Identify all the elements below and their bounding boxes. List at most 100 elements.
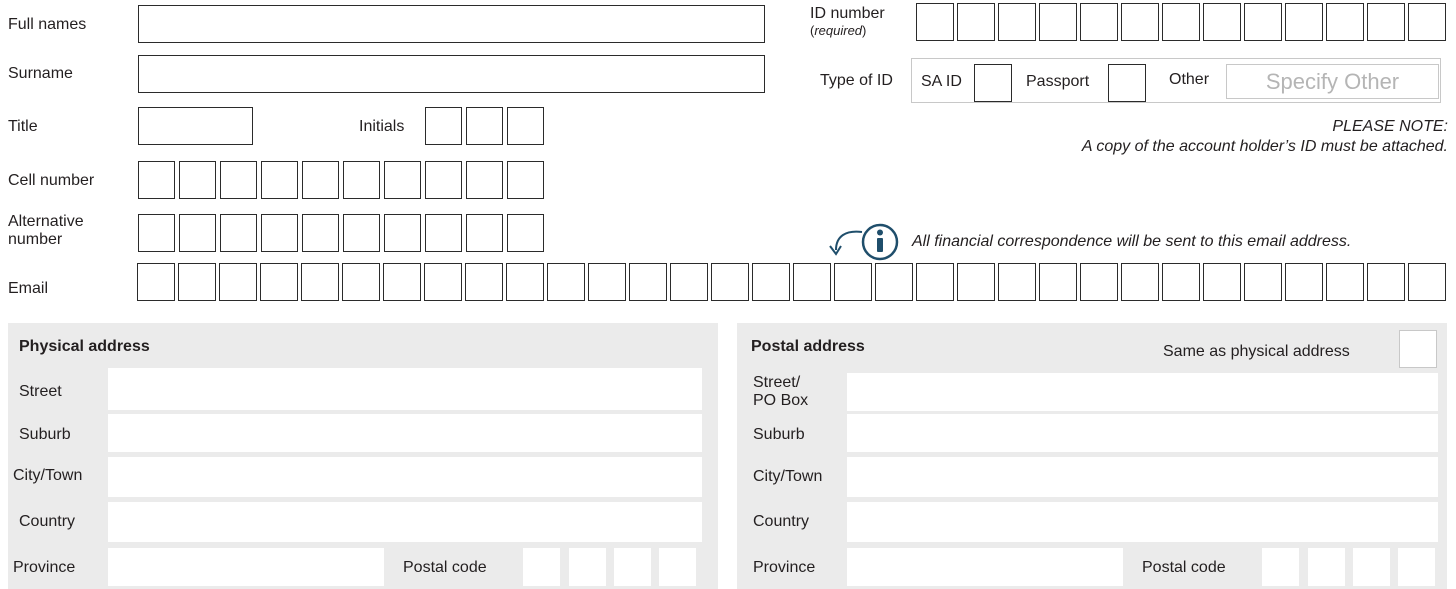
physical-postal-code-cell[interactable] bbox=[569, 548, 606, 586]
surname-field[interactable] bbox=[138, 55, 765, 93]
id-number-cells[interactable] bbox=[916, 3, 1446, 41]
id-number-cell[interactable] bbox=[1326, 3, 1364, 41]
physical-postal-code-cell[interactable] bbox=[523, 548, 560, 586]
cell-number-cell[interactable] bbox=[138, 161, 175, 199]
email-cell[interactable] bbox=[260, 263, 298, 301]
cell-number-cell[interactable] bbox=[179, 161, 216, 199]
same-as-physical-checkbox[interactable] bbox=[1399, 330, 1437, 368]
email-cell[interactable] bbox=[711, 263, 749, 301]
email-cell[interactable] bbox=[588, 263, 626, 301]
postal-postal-code-cell[interactable] bbox=[1262, 548, 1299, 586]
postal-province-field[interactable] bbox=[847, 548, 1123, 586]
email-cell[interactable] bbox=[998, 263, 1036, 301]
cell-number-cell[interactable] bbox=[302, 161, 339, 199]
email-cell[interactable] bbox=[1326, 263, 1364, 301]
alternative-number-cell[interactable] bbox=[384, 214, 421, 252]
physical-postal-code-cell[interactable] bbox=[659, 548, 696, 586]
alternative-number-cells[interactable] bbox=[138, 214, 544, 252]
email-cell[interactable] bbox=[547, 263, 585, 301]
alternative-number-cell[interactable] bbox=[302, 214, 339, 252]
email-cell[interactable] bbox=[834, 263, 872, 301]
email-cell[interactable] bbox=[1203, 263, 1241, 301]
id-number-cell[interactable] bbox=[916, 3, 954, 41]
postal-postal-code-cell[interactable] bbox=[1308, 548, 1345, 586]
alternative-number-cell[interactable] bbox=[179, 214, 216, 252]
email-cell[interactable] bbox=[670, 263, 708, 301]
postal-postal-code-cell[interactable] bbox=[1353, 548, 1390, 586]
title-field[interactable] bbox=[138, 107, 253, 145]
id-number-cell[interactable] bbox=[1285, 3, 1323, 41]
cell-number-cell[interactable] bbox=[507, 161, 544, 199]
email-cell[interactable] bbox=[1367, 263, 1405, 301]
initials-cell[interactable] bbox=[466, 107, 503, 145]
email-cells[interactable] bbox=[137, 263, 1446, 301]
full-names-field[interactable] bbox=[138, 5, 765, 43]
email-cell[interactable] bbox=[1080, 263, 1118, 301]
alternative-number-cell[interactable] bbox=[138, 214, 175, 252]
email-cell[interactable] bbox=[178, 263, 216, 301]
email-cell[interactable] bbox=[1162, 263, 1200, 301]
email-cell[interactable] bbox=[342, 263, 380, 301]
alternative-number-cell[interactable] bbox=[261, 214, 298, 252]
cell-number-cell[interactable] bbox=[384, 161, 421, 199]
email-cell[interactable] bbox=[465, 263, 503, 301]
email-cell[interactable] bbox=[957, 263, 995, 301]
id-number-cell[interactable] bbox=[1162, 3, 1200, 41]
postal-city-field[interactable] bbox=[847, 457, 1438, 497]
id-number-cell[interactable] bbox=[998, 3, 1036, 41]
physical-city-field[interactable] bbox=[108, 457, 702, 497]
cell-number-cell[interactable] bbox=[261, 161, 298, 199]
alternative-number-cell[interactable] bbox=[507, 214, 544, 252]
initials-cell[interactable] bbox=[425, 107, 462, 145]
email-cell[interactable] bbox=[793, 263, 831, 301]
cell-number-cells[interactable] bbox=[138, 161, 544, 199]
email-cell[interactable] bbox=[1244, 263, 1282, 301]
email-cell[interactable] bbox=[1408, 263, 1446, 301]
email-cell[interactable] bbox=[1121, 263, 1159, 301]
postal-suburb-field[interactable] bbox=[847, 414, 1438, 452]
postal-country-field[interactable] bbox=[847, 502, 1438, 542]
postal-street-field[interactable] bbox=[847, 373, 1438, 411]
physical-suburb-label: Suburb bbox=[19, 426, 71, 443]
postal-postal-code-cell[interactable] bbox=[1398, 548, 1435, 586]
physical-street-field[interactable] bbox=[108, 368, 702, 410]
email-cell[interactable] bbox=[383, 263, 421, 301]
initials-cells[interactable] bbox=[425, 107, 544, 145]
id-number-cell[interactable] bbox=[1121, 3, 1159, 41]
id-number-cell[interactable] bbox=[1244, 3, 1282, 41]
email-cell[interactable] bbox=[301, 263, 339, 301]
email-cell[interactable] bbox=[752, 263, 790, 301]
email-cell[interactable] bbox=[629, 263, 667, 301]
cell-number-cell[interactable] bbox=[425, 161, 462, 199]
email-cell[interactable] bbox=[1039, 263, 1077, 301]
initials-cell[interactable] bbox=[507, 107, 544, 145]
id-number-cell[interactable] bbox=[1080, 3, 1118, 41]
id-number-label: ID number bbox=[810, 5, 885, 22]
cell-number-cell[interactable] bbox=[220, 161, 257, 199]
email-cell[interactable] bbox=[1285, 263, 1323, 301]
alternative-number-cell[interactable] bbox=[343, 214, 380, 252]
email-cell[interactable] bbox=[137, 263, 175, 301]
physical-country-field[interactable] bbox=[108, 502, 702, 542]
alternative-number-cell[interactable] bbox=[425, 214, 462, 252]
physical-postal-code-cell[interactable] bbox=[614, 548, 651, 586]
email-cell[interactable] bbox=[875, 263, 913, 301]
id-number-cell[interactable] bbox=[1203, 3, 1241, 41]
physical-province-field[interactable] bbox=[108, 548, 384, 586]
cell-number-cell[interactable] bbox=[466, 161, 503, 199]
email-cell[interactable] bbox=[424, 263, 462, 301]
id-number-cell[interactable] bbox=[1367, 3, 1405, 41]
passport-checkbox[interactable] bbox=[1108, 64, 1146, 102]
email-cell[interactable] bbox=[219, 263, 257, 301]
id-number-cell[interactable] bbox=[1408, 3, 1446, 41]
id-number-cell[interactable] bbox=[1039, 3, 1077, 41]
email-cell[interactable] bbox=[506, 263, 544, 301]
alternative-number-cell[interactable] bbox=[220, 214, 257, 252]
specify-other-input[interactable]: Specify Other bbox=[1226, 64, 1439, 99]
cell-number-cell[interactable] bbox=[343, 161, 380, 199]
email-cell[interactable] bbox=[916, 263, 954, 301]
sa-id-checkbox[interactable] bbox=[974, 64, 1012, 102]
physical-suburb-field[interactable] bbox=[108, 414, 702, 452]
alternative-number-cell[interactable] bbox=[466, 214, 503, 252]
id-number-cell[interactable] bbox=[957, 3, 995, 41]
